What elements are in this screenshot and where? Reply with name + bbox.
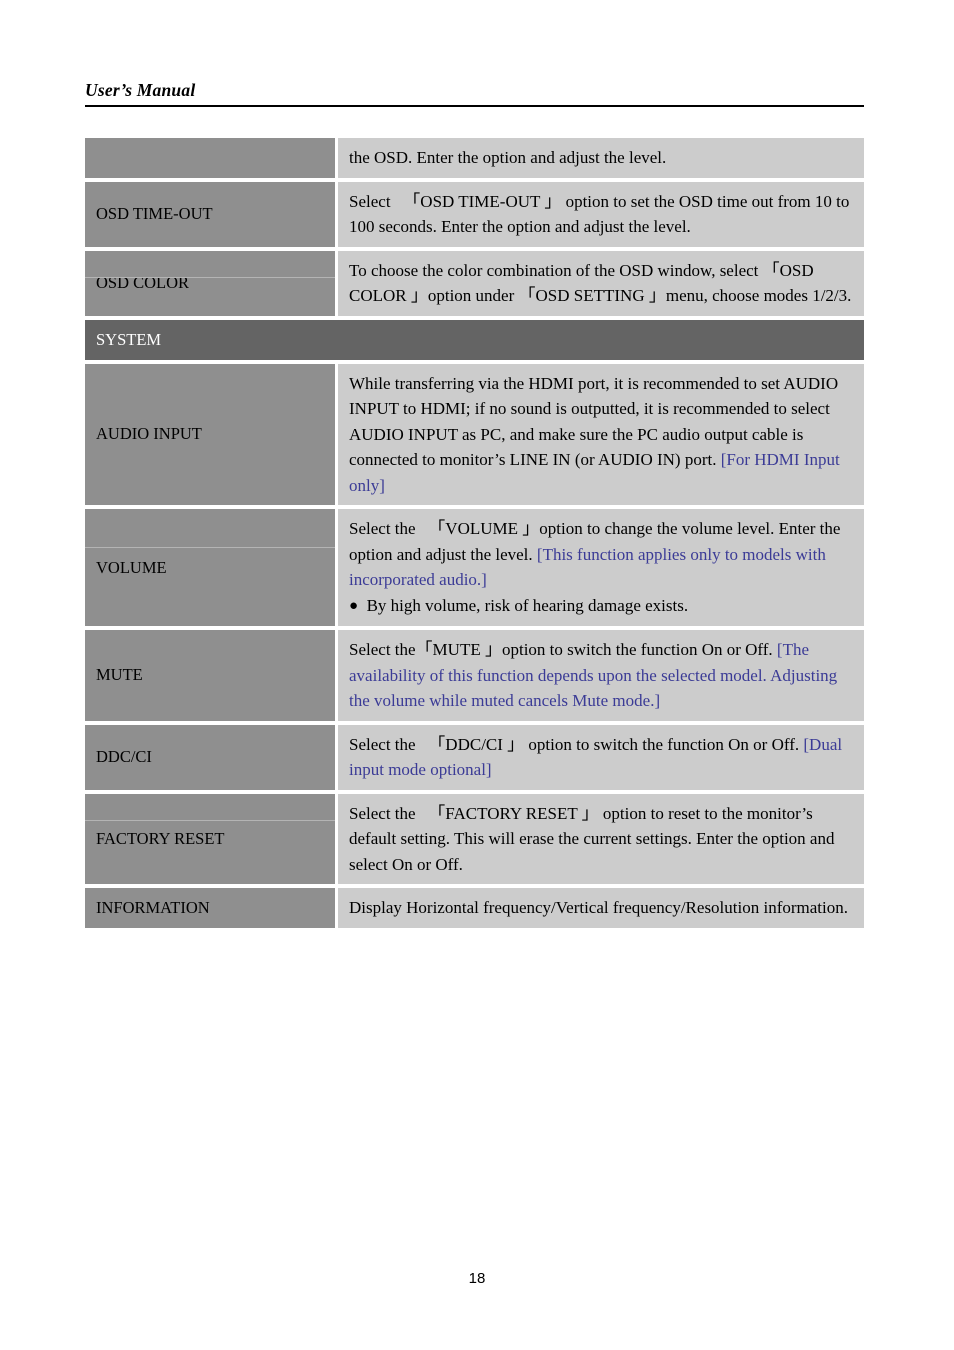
row-label-cell: VOLUME	[85, 509, 335, 626]
description-text: To choose the color combination of the O…	[349, 260, 852, 306]
table-row: FACTORY RESET Select the 「FACTORY RESET …	[85, 793, 864, 884]
row-label-cell: OSD TIME-OUT	[85, 181, 335, 247]
description-text: Display Horizontal frequency/Vertical fr…	[349, 898, 848, 917]
table-row: AUDIO INPUT While transferring via the H…	[85, 363, 864, 505]
row-description-cell: Select the 「VOLUME 」option to change the…	[338, 509, 864, 626]
row-description-cell: Select 「OSD TIME-OUT 」 option to set the…	[338, 181, 864, 247]
row-description-cell: Select the「MUTE 」option to switch the fu…	[338, 630, 864, 721]
row-description-cell: Select the 「FACTORY RESET 」 option to re…	[338, 793, 864, 884]
manual-page: User’s Manual the OSD. Enter the option …	[0, 0, 954, 1350]
warning-text: By high volume, risk of hearing damage e…	[366, 595, 689, 615]
row-label-cell	[85, 138, 335, 178]
page-header-title: User’s Manual	[85, 80, 196, 100]
description-text: Select the「MUTE 」option to switch the fu…	[349, 640, 777, 659]
row-description-cell: Select the 「DDC/CI 」 option to switch th…	[338, 724, 864, 790]
row-label-cell: FACTORY RESET	[85, 793, 335, 884]
table-row: OSD COLOR To choose the color combinatio…	[85, 250, 864, 316]
row-label-cell: INFORMATION	[85, 888, 335, 928]
row-label-cell: MUTE	[85, 630, 335, 721]
table-row: OSD TIME-OUT Select 「OSD TIME-OUT 」 opti…	[85, 181, 864, 247]
description-text: the OSD. Enter the option and adjust the…	[349, 148, 667, 167]
page-header-rule	[85, 105, 864, 107]
table-row: MUTE Select the「MUTE 」option to switch t…	[85, 630, 864, 721]
row-description-cell: To choose the color combination of the O…	[338, 250, 864, 316]
page-header: User’s Manual	[85, 80, 864, 107]
description-text: Select 「OSD TIME-OUT 」 option to set the…	[349, 191, 850, 237]
description-text: Select the 「FACTORY RESET 」 option to re…	[349, 803, 835, 874]
description-text: Select the 「DDC/CI 」 option to switch th…	[349, 734, 804, 754]
row-label-cell: AUDIO INPUT	[85, 363, 335, 505]
table-row: INFORMATION Display Horizontal frequency…	[85, 888, 864, 928]
row-description-cell: Display Horizontal frequency/Vertical fr…	[338, 888, 864, 928]
section-header-system: SYSTEM	[85, 319, 864, 360]
row-description-cell: While transferring via the HDMI port, it…	[338, 363, 864, 505]
table-row: VOLUME Select the 「VOLUME 」option to cha…	[85, 509, 864, 626]
osd-settings-table: the OSD. Enter the option and adjust the…	[85, 138, 864, 928]
table-row: the OSD. Enter the option and adjust the…	[85, 138, 864, 178]
row-label-cell: OSD COLOR	[85, 250, 335, 316]
row-description-cell: the OSD. Enter the option and adjust the…	[338, 138, 864, 178]
filled-circle-bullet-icon: ●	[349, 597, 359, 614]
row-label-cell: DDC/CI	[85, 724, 335, 790]
page-number: 18	[468, 1270, 486, 1287]
table-row: DDC/CI Select the 「DDC/CI 」 option to sw…	[85, 724, 864, 790]
